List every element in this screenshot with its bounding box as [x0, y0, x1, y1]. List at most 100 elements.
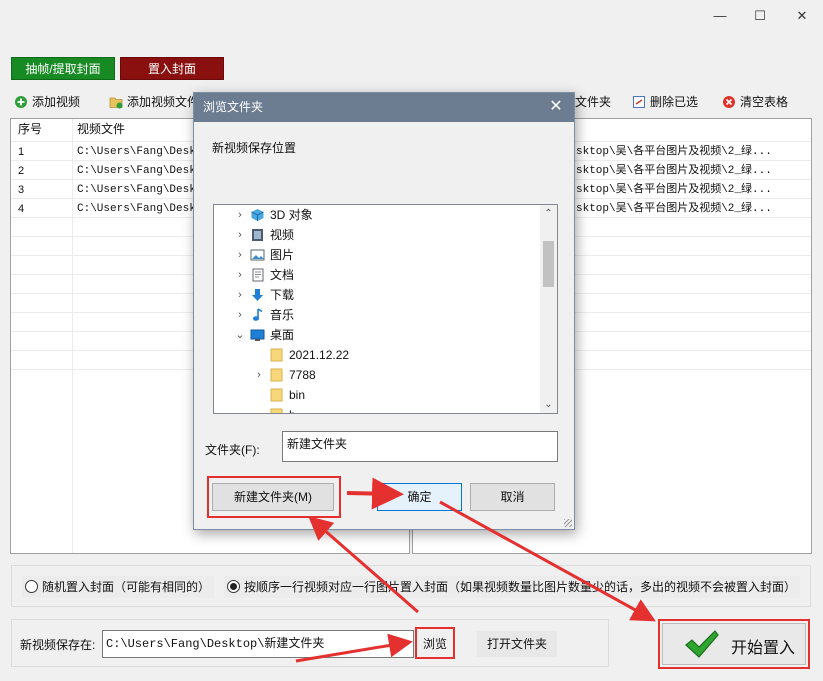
pictures-folder-icon — [250, 249, 265, 261]
delete-row-icon — [633, 96, 645, 108]
table-row[interactable]: sktop\吴\各平台图片及视频\2_绿... — [576, 143, 772, 162]
scroll-up-icon[interactable]: ⌃ — [540, 205, 557, 222]
downloads-folder-icon — [252, 289, 263, 301]
expand-icon[interactable]: › — [234, 265, 246, 285]
column-header-index[interactable]: 序号 — [18, 119, 42, 140]
row-image-path: sktop\吴\各平台图片及视频\2_绿... — [576, 146, 772, 158]
desktop-folder-icon — [250, 329, 265, 341]
save-path-label: 新视频保存在: — [20, 638, 96, 652]
row-video-path: C:\Users\Fang\Deskt — [77, 165, 203, 177]
tree-item-label: bin — [289, 388, 306, 402]
close-button[interactable]: ✕ — [788, 6, 816, 26]
scroll-down-icon[interactable]: ⌄ — [540, 396, 557, 413]
resize-grip-icon[interactable] — [564, 519, 572, 527]
expand-icon[interactable]: › — [253, 365, 265, 385]
add-video-folder-button[interactable]: 添加视频文件 — [105, 91, 206, 113]
music-folder-icon — [253, 308, 263, 321]
folder-icon — [270, 348, 283, 362]
annotation-box-start — [658, 619, 810, 669]
table-row[interactable]: 4 — [18, 200, 24, 219]
clear-table-button[interactable]: 清空表格 — [718, 91, 795, 113]
tree-item-label: 图片 — [270, 248, 295, 262]
scroll-thumb[interactable] — [543, 241, 554, 287]
add-video-folder-label: 添加视频文件 — [127, 95, 200, 109]
maximize-button[interactable]: ☐ — [746, 6, 774, 26]
radio-indicator — [25, 580, 38, 593]
tree-item-label: b.. — [289, 405, 302, 413]
tree-item-label: 桌面 — [270, 328, 295, 342]
extract-cover-tab[interactable]: 抽帧/提取封面 — [11, 57, 115, 80]
folder-add-icon — [109, 97, 123, 109]
cancel-button[interactable]: 取消 — [470, 483, 555, 511]
random-insert-radio[interactable]: 随机置入封面（可能有相同的） — [22, 576, 215, 598]
ordered-insert-radio[interactable]: 按顺序一行视频对应一行图片置入封面（如果视频数量比图片数量少的话，多出的视频不会… — [224, 576, 801, 598]
table-row[interactable]: sktop\吴\各平台图片及视频\2_绿... — [576, 181, 772, 200]
row-index: 1 — [18, 146, 25, 158]
table-row[interactable]: 3 — [18, 181, 24, 200]
tree-scrollbar[interactable]: ⌃ ⌄ — [540, 205, 557, 413]
documents-folder-icon — [252, 268, 264, 282]
videos-folder-icon — [252, 229, 263, 241]
table-row[interactable]: C:\Users\Fang\Deskt — [77, 162, 202, 181]
row-image-path: sktop\吴\各平台图片及视频\2_绿... — [576, 203, 772, 215]
expand-icon[interactable]: › — [234, 205, 246, 225]
add-image-folder-label: 文件夹 — [575, 95, 612, 109]
random-insert-label: 随机置入封面（可能有相同的） — [42, 580, 211, 594]
row-video-path: C:\Users\Fang\Deskt — [77, 203, 203, 215]
folder-icon — [270, 368, 283, 382]
table-row[interactable]: sktop\吴\各平台图片及视频\2_绿... — [576, 162, 772, 181]
minimize-button[interactable]: — — [706, 6, 734, 26]
table-row[interactable]: C:\Users\Fang\Deskt — [77, 143, 202, 162]
ok-button[interactable]: 确定 — [377, 483, 462, 511]
collapse-icon[interactable]: ⌄ — [234, 325, 246, 345]
row-image-path: sktop\吴\各平台图片及视频\2_绿... — [576, 184, 772, 196]
open-folder-button[interactable]: 打开文件夹 — [477, 631, 557, 657]
dialog-close-icon[interactable]: ✕ — [546, 97, 566, 117]
table-row[interactable]: C:\Users\Fang\Deskt — [77, 200, 202, 219]
browse-folder-dialog: 浏览文件夹 ✕ 新视频保存位置 › 3D 对象 › 视频 › 图片 › 文档 ›… — [193, 92, 575, 530]
row-video-path: C:\Users\Fang\Deskt — [77, 146, 203, 158]
expand-icon[interactable]: › — [234, 285, 246, 305]
add-video-button[interactable]: 添加视频 — [10, 91, 87, 113]
add-image-folder-button[interactable]: 文件夹 — [575, 91, 618, 113]
folder-icon — [270, 408, 283, 413]
tree-item-label: 7788 — [289, 368, 316, 382]
table-row[interactable]: 1 — [18, 143, 24, 162]
save-path-group: 新视频保存在: C:\Users\Fang\Desktop\新建文件夹 浏览 打… — [11, 619, 609, 667]
folder-name-field[interactable]: 新建文件夹 — [282, 431, 558, 462]
expand-icon[interactable]: › — [234, 245, 246, 265]
save-path-field[interactable]: C:\Users\Fang\Desktop\新建文件夹 — [102, 630, 414, 658]
table-row[interactable]: sktop\吴\各平台图片及视频\2_绿... — [576, 200, 772, 219]
dialog-title: 浏览文件夹 — [203, 100, 264, 114]
tree-item-label: 3D 对象 — [270, 208, 313, 222]
expand-icon[interactable]: › — [234, 305, 246, 325]
table-row[interactable]: C:\Users\Fang\Deskt — [77, 181, 202, 200]
3d-objects-icon — [251, 209, 264, 221]
delete-selected-button[interactable]: 删除已选 — [628, 91, 705, 113]
table-row[interactable]: 2 — [18, 162, 24, 181]
tree-item-label: 视频 — [270, 228, 295, 242]
row-index: 3 — [18, 184, 25, 196]
folder-field-label: 文件夹(F): — [205, 443, 260, 457]
row-index: 4 — [18, 203, 25, 215]
add-video-label: 添加视频 — [32, 95, 81, 109]
insert-cover-tab[interactable]: 置入封面 — [120, 57, 224, 80]
column-divider — [72, 119, 73, 553]
annotation-box-browse — [415, 627, 455, 659]
dialog-title-bar[interactable]: 浏览文件夹 — [194, 93, 574, 122]
clear-table-label: 清空表格 — [740, 95, 789, 109]
column-header-video-file[interactable]: 视频文件 — [77, 119, 125, 140]
tree-item-label: 2021.12.22 — [289, 348, 350, 362]
row-index: 2 — [18, 165, 25, 177]
expand-icon[interactable]: › — [234, 225, 246, 245]
ordered-insert-label: 按顺序一行视频对应一行图片置入封面（如果视频数量比图片数量少的话，多出的视频不会… — [244, 580, 797, 594]
tree-item-label: 音乐 — [270, 308, 295, 322]
tree-item-label: 文档 — [270, 268, 295, 282]
folder-icon — [270, 388, 283, 402]
radio-indicator — [227, 580, 240, 593]
row-image-path: sktop\吴\各平台图片及视频\2_绿... — [576, 165, 772, 177]
folder-tree[interactable]: › 3D 对象 › 视频 › 图片 › 文档 › 下载 › 音乐 ⌄ 桌面 20… — [213, 204, 558, 414]
tree-item-label: 下载 — [270, 288, 295, 302]
add-circle-icon — [15, 96, 27, 108]
dialog-prompt: 新视频保存位置 — [212, 141, 297, 155]
